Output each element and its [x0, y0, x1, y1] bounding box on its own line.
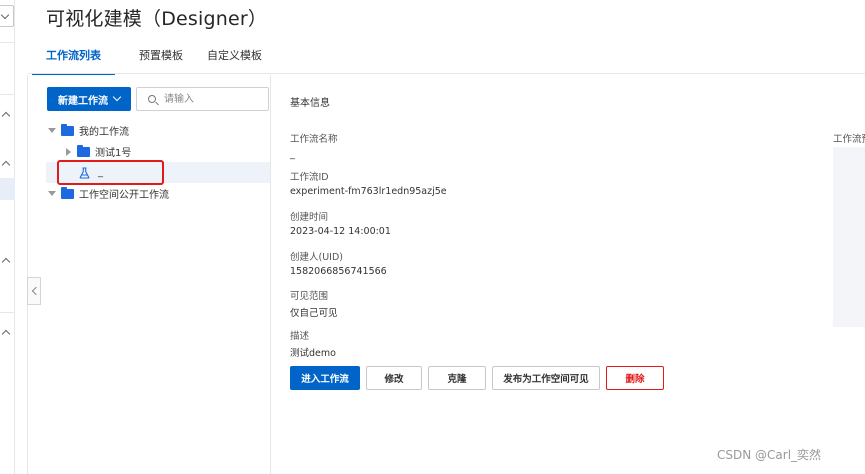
chevron-down-icon	[112, 92, 122, 102]
folder-icon	[77, 144, 90, 157]
expand-caret-icon[interactable]	[48, 191, 56, 196]
panel-divider	[27, 75, 28, 474]
tree-node-workspace-public[interactable]: 工作空间公开工作流	[46, 183, 270, 204]
field-value-creator: 1582066856741566	[290, 266, 387, 277]
tab-bar: 工作流列表 预置模板 自定义模板	[32, 47, 286, 75]
edit-button[interactable]: 修改	[366, 366, 422, 390]
field-value-id: experiment-fm763lr1edn95azj5e	[290, 186, 447, 197]
section-title: 基本信息	[290, 98, 330, 109]
chevron-up-icon[interactable]	[1, 329, 11, 339]
highlight-annotation	[57, 160, 164, 185]
tree-node-label: 我的工作流	[79, 127, 129, 138]
tab-custom-templates[interactable]: 自定义模板	[207, 47, 262, 75]
watermark: CSDN @Carl_奕然	[717, 448, 822, 462]
clone-button[interactable]: 克隆	[428, 366, 486, 390]
new-workflow-label: 新建工作流	[58, 95, 108, 107]
field-label-name: 工作流名称	[290, 134, 338, 145]
nav-divider	[0, 42, 15, 43]
field-value-visibility: 仅自己可见	[290, 308, 338, 319]
tree-node-label: 工作空间公开工作流	[79, 190, 169, 201]
tab-preset-templates[interactable]: 预置模板	[139, 47, 183, 75]
tree-node-my-workflows[interactable]: 我的工作流	[46, 120, 270, 141]
folder-icon	[61, 123, 74, 136]
tab-underline-divider	[28, 73, 865, 74]
expand-caret-icon[interactable]	[48, 128, 56, 133]
collapse-sidebar-button[interactable]	[27, 277, 41, 305]
enter-workflow-button[interactable]: 进入工作流	[290, 366, 360, 390]
field-value-name: _	[290, 149, 295, 160]
preview-label: 工作流预	[833, 134, 865, 145]
search-input[interactable]	[164, 90, 264, 108]
field-label-created: 创建时间	[290, 212, 329, 223]
field-label-id: 工作流ID	[290, 172, 329, 183]
tree-node-label: 测试1号	[95, 148, 132, 159]
field-label-description: 描述	[290, 331, 310, 342]
field-label-creator: 创建人(UID)	[290, 252, 343, 263]
nav-divider	[0, 312, 15, 313]
chevron-up-icon[interactable]	[1, 160, 11, 170]
nav-dropdown[interactable]	[0, 5, 14, 27]
page-title: 可视化建模（Designer）	[46, 8, 268, 30]
chevron-up-icon[interactable]	[1, 257, 11, 267]
search-box	[136, 87, 269, 111]
delete-button[interactable]: 删除	[606, 366, 664, 390]
workflow-preview	[833, 147, 865, 327]
folder-icon	[61, 186, 74, 199]
chevron-up-icon[interactable]	[1, 111, 11, 121]
search-icon	[148, 95, 156, 103]
collapse-caret-icon[interactable]	[66, 147, 71, 156]
new-workflow-button[interactable]: 新建工作流	[47, 87, 131, 111]
field-label-visibility: 可见范围	[290, 291, 329, 302]
nav-active-item[interactable]	[0, 178, 15, 200]
publish-to-workspace-button[interactable]: 发布为工作空间可见	[492, 366, 600, 390]
panel-divider	[270, 75, 271, 474]
nav-divider	[0, 94, 15, 95]
tree-node-test-folder[interactable]: 测试1号	[46, 141, 270, 162]
tab-workflow-list[interactable]: 工作流列表	[32, 47, 115, 75]
field-value-description: 测试demo	[290, 348, 336, 359]
field-value-created: 2023-04-12 14:00:01	[290, 226, 391, 237]
left-nav	[0, 0, 15, 474]
action-bar: 进入工作流 修改 克隆 发布为工作空间可见 删除	[290, 366, 670, 390]
